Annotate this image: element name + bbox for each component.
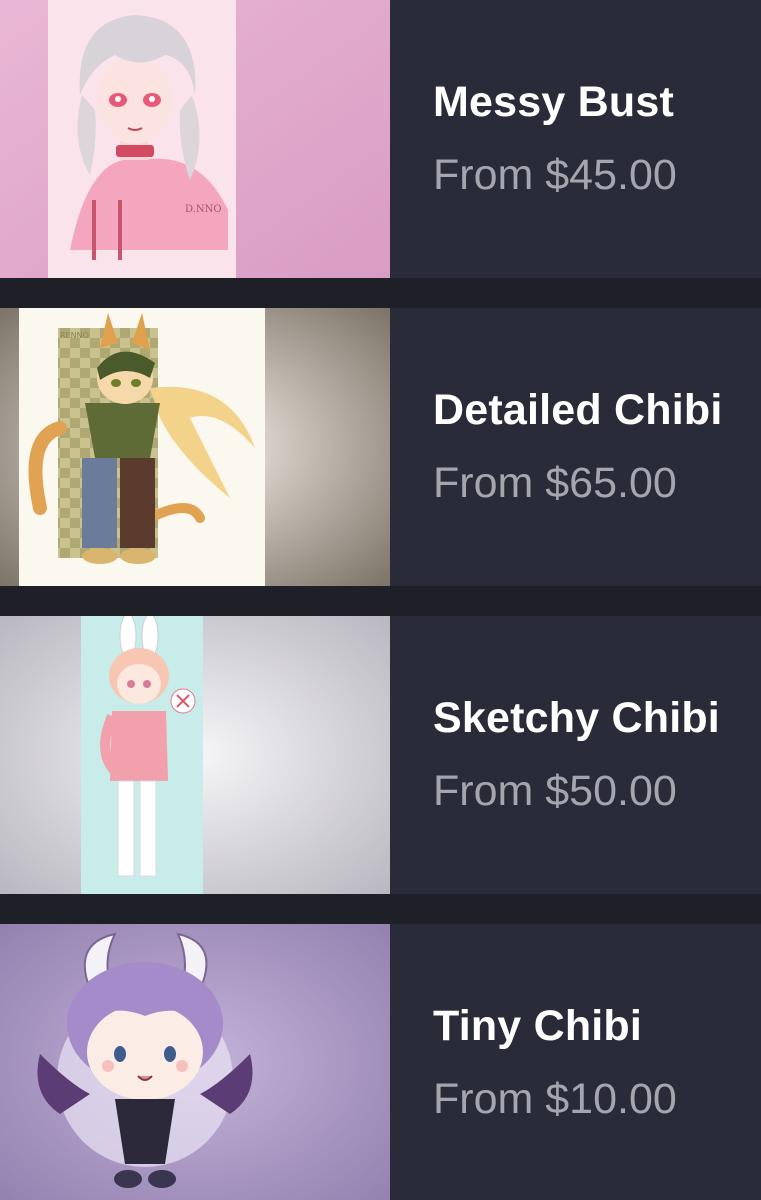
commission-info: Sketchy Chibi From $50.00 [390, 616, 761, 894]
commission-list: D.NNO Messy Bust From $45.00 RENNO Detai… [0, 0, 761, 1200]
messy-bust-artwork: D.NNO [0, 0, 390, 278]
commission-card-tiny-chibi[interactable]: Tiny Chibi From $10.00 [0, 924, 761, 1200]
divider [0, 894, 761, 924]
commission-card-detailed-chibi[interactable]: RENNO Detailed Chibi From $65.00 [0, 308, 761, 586]
commission-price: From $50.00 [433, 767, 677, 815]
commission-thumbnail[interactable] [0, 924, 390, 1200]
commission-title[interactable]: Detailed Chibi [433, 386, 761, 434]
commission-info: Tiny Chibi From $10.00 [390, 924, 761, 1200]
commission-card-sketchy-chibi[interactable]: Sketchy Chibi From $50.00 [0, 616, 761, 894]
sketchy-chibi-artwork [0, 616, 390, 894]
commission-price: From $45.00 [433, 151, 677, 199]
svg-text:RENNO: RENNO [60, 331, 89, 340]
commission-title[interactable]: Messy Bust [433, 78, 761, 126]
divider [0, 278, 761, 308]
commission-title[interactable]: Sketchy Chibi [433, 694, 761, 742]
commission-thumbnail[interactable] [0, 616, 390, 894]
commission-info: Detailed Chibi From $65.00 [390, 308, 761, 586]
svg-text:D.NNO: D.NNO [185, 204, 222, 215]
commission-info: Messy Bust From $45.00 [390, 0, 761, 278]
commission-card-messy-bust[interactable]: D.NNO Messy Bust From $45.00 [0, 0, 761, 278]
divider [0, 586, 761, 616]
commission-title[interactable]: Tiny Chibi [433, 1002, 761, 1050]
commission-price: From $65.00 [433, 459, 677, 507]
commission-price: From $10.00 [433, 1075, 677, 1123]
tiny-chibi-artwork [0, 924, 390, 1200]
commission-thumbnail[interactable]: D.NNO [0, 0, 390, 278]
detailed-chibi-artwork: RENNO [0, 308, 390, 586]
commission-thumbnail[interactable]: RENNO [0, 308, 390, 586]
